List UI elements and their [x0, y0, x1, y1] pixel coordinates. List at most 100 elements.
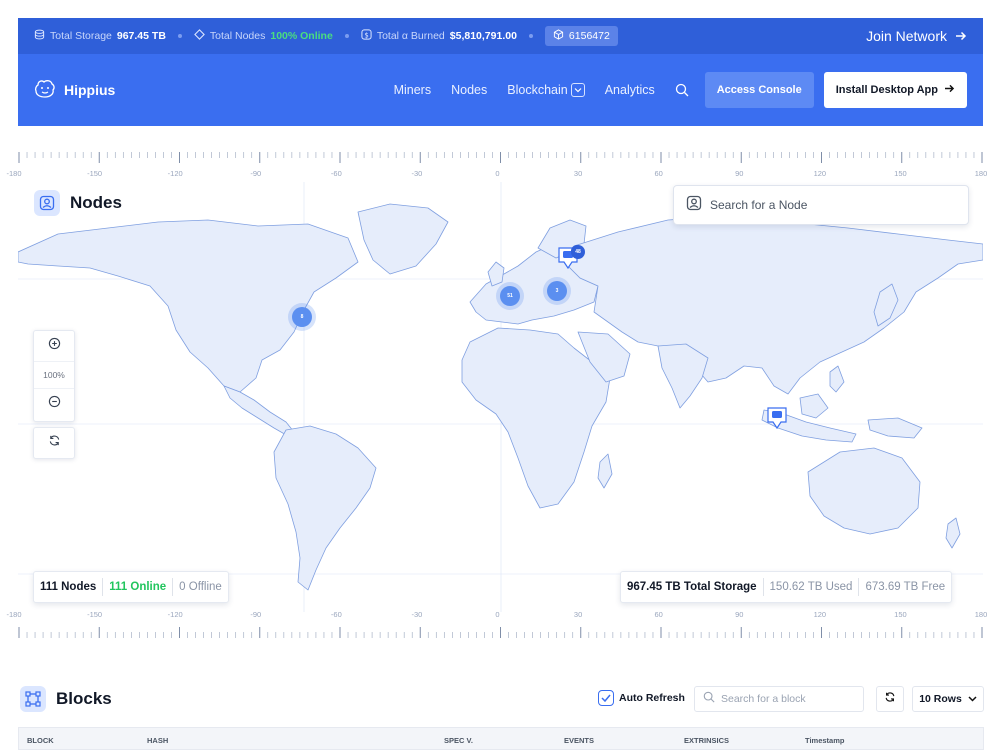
refresh-icon: [48, 434, 61, 452]
column-header-spec-version[interactable]: SPEC V.: [444, 736, 473, 745]
nav-link-label: Nodes: [451, 83, 488, 97]
rows-per-page-value: 10 Rows: [919, 693, 962, 705]
network-stats-bar: Total Storage 967.45 TB Total Nodes 100%…: [18, 18, 983, 54]
world-map-svg: [18, 182, 983, 612]
blocks-title-text: Blocks: [56, 689, 112, 708]
ruler-label: -30: [411, 169, 423, 178]
total-nodes-label: Total Nodes: [209, 30, 266, 42]
blocks-section-title: Blocks: [20, 686, 112, 712]
ruler-label: 30: [573, 169, 583, 178]
offline-count: 0 Offline: [179, 581, 222, 593]
column-header-extrinsics[interactable]: EXTRINSICS: [684, 736, 729, 745]
storage-summary: 967.45 TB Total Storage 150.62 TB Used 6…: [620, 571, 953, 603]
ruler-label: -60: [330, 169, 342, 178]
column-header-hash[interactable]: HASH: [147, 736, 168, 745]
arrow-right-icon: [955, 28, 967, 44]
column-header-events[interactable]: EVENTS: [564, 736, 594, 745]
land-india: [657, 343, 709, 409]
chevron-down-icon: [968, 693, 977, 705]
ruler-label: 30: [573, 610, 583, 619]
ruler-label: 150: [894, 610, 907, 619]
zoom-out-button[interactable]: [34, 389, 74, 419]
ruler-label: -30: [411, 610, 423, 619]
zoom-level-readout: 100%: [34, 361, 74, 389]
brand-name: Hippius: [64, 82, 116, 98]
land-central-america: [223, 385, 295, 437]
auto-refresh-toggle[interactable]: Auto Refresh: [598, 690, 685, 706]
separator-dot: [528, 34, 533, 38]
column-header-timestamp[interactable]: Timestamp: [805, 736, 844, 745]
total-burned-value: $5,810,791.00: [449, 30, 517, 42]
ruler-label: 180: [974, 610, 988, 619]
separator-dot: [177, 34, 182, 38]
node-search-input[interactable]: [710, 198, 940, 212]
node-cluster-finland[interactable]: 48: [571, 245, 585, 259]
arrow-right-icon: [944, 84, 955, 96]
land-philippines: [829, 365, 845, 393]
longitude-labels-top: -180 -150 -120 -90 -60 -30 0 30 60 90 120 150 180: [0, 169, 1000, 181]
total-storage-label: Total Storage: [50, 30, 112, 42]
world-node-map[interactable]: [18, 182, 983, 612]
node-cluster-us-east[interactable]: 8: [292, 307, 312, 327]
ruler-label: 0: [495, 169, 500, 178]
ruler-label: -90: [250, 169, 262, 178]
land-borneo: [799, 393, 829, 419]
access-console-button[interactable]: Access Console: [704, 72, 814, 108]
refresh-blocks-button[interactable]: [876, 686, 904, 712]
land-asia: [565, 215, 983, 395]
land-madagascar: [597, 453, 613, 489]
longitude-labels-bottom: -180 -150 -120 -90 -60 -30 0 30 60 90 120 150 180: [0, 610, 1000, 622]
nav-link-label: Miners: [393, 83, 432, 97]
node-status-summary: 111 Nodes 111 Online 0 Offline: [33, 571, 229, 603]
land-new-zealand: [945, 517, 961, 549]
block-search-input[interactable]: [721, 693, 851, 705]
search-icon[interactable]: [675, 83, 689, 97]
reset-view-button[interactable]: [33, 427, 75, 459]
latest-block-badge[interactable]: 6156472: [544, 26, 618, 46]
dollar-icon: $: [361, 29, 372, 43]
total-nodes-stat: Total Nodes 100% Online: [194, 29, 333, 43]
ruler-label: 150: [894, 169, 907, 178]
join-network-label: Join Network: [866, 28, 947, 44]
ruler-label: 180: [974, 169, 988, 178]
diamond-icon: [194, 29, 205, 43]
refresh-icon: [884, 690, 896, 708]
database-icon: [34, 29, 45, 43]
blocks-table-header: BLOCK HASH SPEC V. EVENTS EXTRINSICS Tim…: [18, 727, 984, 750]
node-search-box[interactable]: [673, 185, 969, 225]
node-cluster-western-europe[interactable]: 51: [500, 286, 520, 306]
ruler-label: 120: [813, 610, 827, 619]
nav-links: Miners Nodes Blockchain Analytics: [394, 83, 689, 97]
nav-link-blockchain[interactable]: Blockchain: [507, 83, 585, 97]
checkbox-checked-icon: [598, 690, 614, 706]
nav-link-miners[interactable]: Miners: [394, 83, 432, 97]
nav-link-analytics[interactable]: Analytics: [605, 83, 655, 97]
svg-text:$: $: [364, 31, 368, 39]
brand-logo-link[interactable]: Hippius: [34, 79, 115, 102]
chevron-down-icon: [570, 83, 585, 97]
nodes-section-title: Nodes: [34, 190, 122, 216]
install-desktop-app-button[interactable]: Install Desktop App: [823, 72, 967, 108]
ruler-label: 90: [735, 169, 744, 178]
land-greenland: [357, 203, 449, 275]
total-nodes-value: 100% Online: [270, 30, 333, 42]
longitude-ruler-top: [18, 152, 983, 163]
ruler-label: -60: [330, 610, 342, 619]
separator-dot: [344, 34, 349, 38]
nav-link-label: Analytics: [604, 83, 655, 97]
node-cluster-central-europe[interactable]: 3: [547, 281, 567, 301]
ruler-label: 0: [495, 610, 500, 619]
total-burned-label: Total α Burned: [376, 30, 445, 42]
blocks-frame-icon: [20, 686, 46, 712]
used-storage: 150.62 TB Used: [769, 581, 853, 593]
nav-link-nodes[interactable]: Nodes: [451, 83, 487, 97]
block-search-box[interactable]: [694, 686, 864, 712]
zoom-in-button[interactable]: [34, 331, 74, 361]
join-network-link[interactable]: Join Network: [866, 28, 967, 44]
land-new-guinea: [867, 417, 923, 439]
column-header-block[interactable]: BLOCK: [27, 736, 54, 745]
ruler-label: -120: [167, 610, 183, 619]
free-storage: 673.69 TB Free: [865, 581, 946, 593]
ruler-label: 90: [735, 610, 744, 619]
rows-per-page-select[interactable]: 10 Rows: [912, 686, 984, 712]
